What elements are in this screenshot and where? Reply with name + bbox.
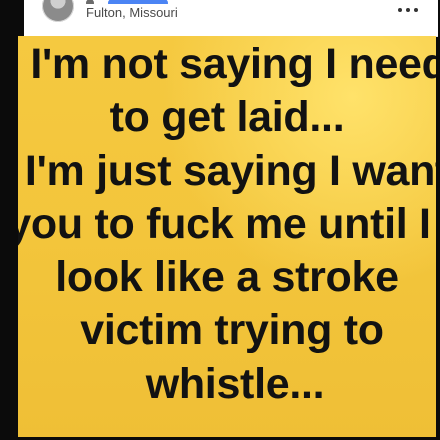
post-location[interactable]: Fulton, Missouri	[86, 5, 178, 21]
meme-line: to get laid...	[109, 93, 345, 142]
avatar[interactable]	[42, 0, 74, 22]
screen: Fulton, Missouri I'm not saying I need t…	[0, 0, 440, 440]
meme-line: whistle...	[145, 359, 325, 408]
meme-image[interactable]: I'm not saying I need to get laid... I'm…	[18, 36, 436, 440]
meme-line: I'm just saying I want	[24, 146, 436, 195]
name-fragment-dot	[86, 0, 94, 4]
meme-line: you to fuck me until I	[18, 199, 431, 248]
more-dot	[406, 8, 410, 12]
more-dot	[414, 8, 418, 12]
more-dot	[398, 8, 402, 12]
poster-name-cropped[interactable]	[86, 0, 206, 4]
name-fragment-bar	[108, 0, 168, 4]
post-header: Fulton, Missouri	[24, 0, 438, 37]
meme-line: I'm not saying I need	[30, 40, 436, 88]
meme-text: I'm not saying I need to get laid... I'm…	[18, 38, 436, 411]
meme-line: look like a stroke	[55, 253, 399, 302]
meme-line: victim trying to	[80, 306, 384, 355]
more-horizontal-icon[interactable]	[398, 4, 418, 16]
